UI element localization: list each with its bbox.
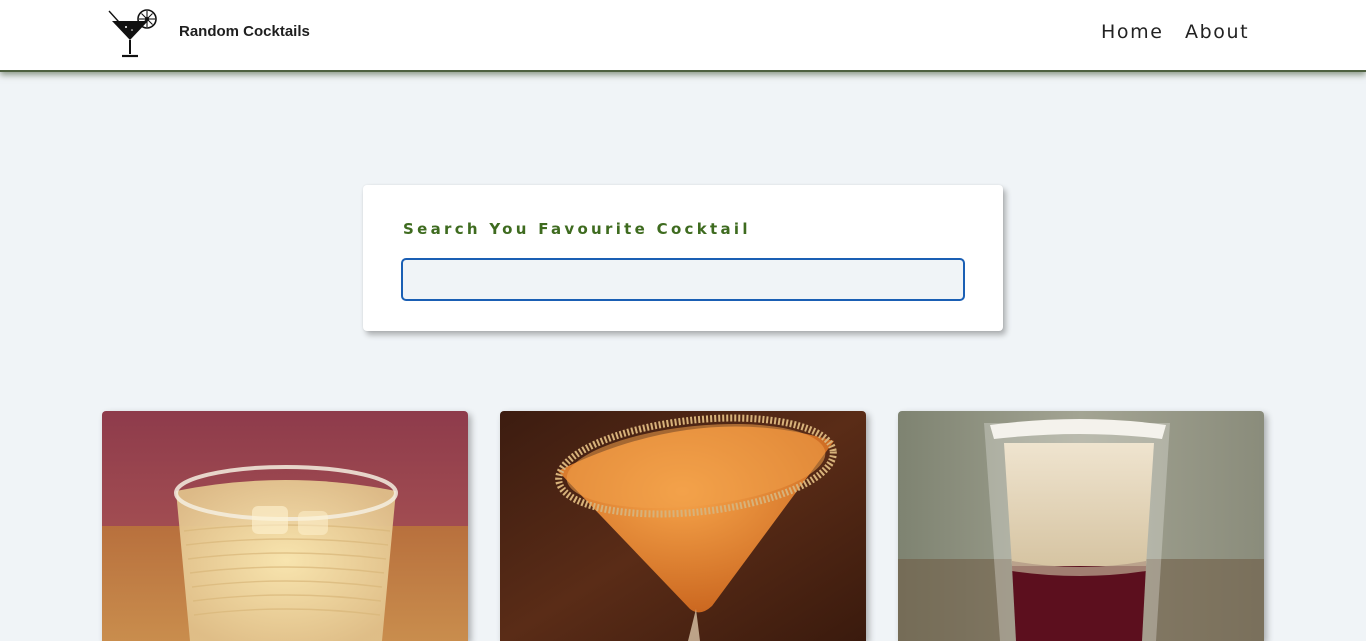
navbar: Random Cocktails Home About: [0, 0, 1366, 72]
cocktail-image: [500, 411, 866, 641]
cocktail-card[interactable]: [500, 411, 866, 641]
brand-title[interactable]: Random Cocktails: [179, 23, 310, 40]
cocktail-image: [898, 411, 1264, 641]
nav-link-home[interactable]: Home: [1101, 21, 1164, 43]
search-card: Search You Favourite Cocktail: [363, 185, 1003, 331]
cocktail-card[interactable]: [102, 411, 468, 641]
cocktail-card[interactable]: [898, 411, 1264, 641]
martini-glass-with-lime-icon[interactable]: [106, 6, 158, 58]
cocktail-search-input[interactable]: [401, 258, 965, 301]
cocktail-image: [102, 411, 468, 641]
search-label: Search You Favourite Cocktail: [403, 220, 751, 238]
nav-link-about[interactable]: About: [1185, 21, 1249, 43]
